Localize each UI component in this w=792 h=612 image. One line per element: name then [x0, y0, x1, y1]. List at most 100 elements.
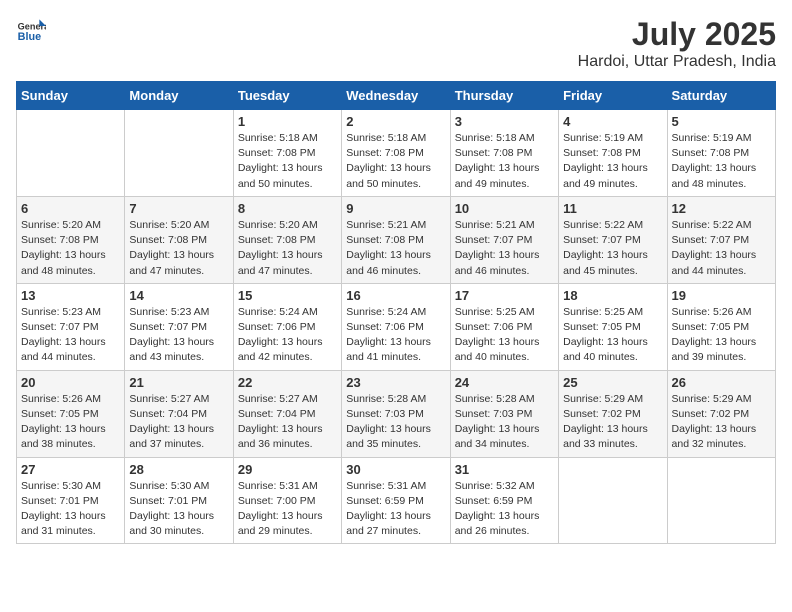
logo: General Blue — [16, 16, 46, 46]
calendar-cell: 23 Sunrise: 5:28 AM Sunset: 7:03 PM Dayli… — [342, 370, 450, 457]
day-number: 14 — [129, 288, 228, 303]
calendar-week-row: 6 Sunrise: 5:20 AM Sunset: 7:08 PM Daylig… — [17, 196, 776, 283]
calendar-week-row: 27Sunrise: 5:30 AM Sunset: 7:01 PM Dayli… — [17, 457, 776, 544]
day-info: Sunrise: 5:24 AM Sunset: 7:06 PM Dayligh… — [346, 305, 445, 366]
header-day-sunday: Sunday — [17, 82, 125, 110]
day-number: 26 — [672, 375, 771, 390]
day-number: 9 — [346, 201, 445, 216]
day-info: Sunrise: 5:20 AM Sunset: 7:08 PM Dayligh… — [238, 218, 337, 279]
calendar-cell: 13 Sunrise: 5:23 AM Sunset: 7:07 PM Dayli… — [17, 283, 125, 370]
calendar-cell: 9 Sunrise: 5:21 AM Sunset: 7:08 PM Daylig… — [342, 196, 450, 283]
calendar-cell: 15 Sunrise: 5:24 AM Sunset: 7:06 PM Dayli… — [233, 283, 341, 370]
day-info: Sunrise: 5:26 AM Sunset: 7:05 PM Dayligh… — [672, 305, 771, 366]
day-number: 16 — [346, 288, 445, 303]
day-number: 3 — [455, 114, 554, 129]
title-block: July 2025 Hardoi, Uttar Pradesh, India — [578, 16, 776, 71]
day-info: Sunrise: 5:22 AM Sunset: 7:07 PM Dayligh… — [672, 218, 771, 279]
day-info: Sunrise: 5:23 AM Sunset: 7:07 PM Dayligh… — [129, 305, 228, 366]
day-info: Sunrise: 5:28 AM Sunset: 7:03 PM Dayligh… — [455, 392, 554, 453]
header-day-friday: Friday — [559, 82, 667, 110]
calendar-cell: 1 Sunrise: 5:18 AM Sunset: 7:08 PM Daylig… — [233, 110, 341, 197]
header-day-saturday: Saturday — [667, 82, 775, 110]
day-info: Sunrise: 5:27 AM Sunset: 7:04 PM Dayligh… — [129, 392, 228, 453]
day-info: Sunrise: 5:28 AM Sunset: 7:03 PM Dayligh… — [346, 392, 445, 453]
day-info: Sunrise: 5:26 AM Sunset: 7:05 PM Dayligh… — [21, 392, 120, 453]
calendar-cell: 19 Sunrise: 5:26 AM Sunset: 7:05 PM Dayli… — [667, 283, 775, 370]
day-number: 30 — [346, 462, 445, 477]
logo-icon: General Blue — [16, 16, 46, 46]
day-info: Sunrise: 5:18 AM Sunset: 7:08 PM Dayligh… — [455, 131, 554, 192]
day-number: 13 — [21, 288, 120, 303]
day-number: 6 — [21, 201, 120, 216]
day-info: Sunrise: 5:19 AM Sunset: 7:08 PM Dayligh… — [563, 131, 662, 192]
day-info: Sunrise: 5:31 AM Sunset: 7:00 PM Dayligh… — [238, 479, 337, 540]
day-info: Sunrise: 5:21 AM Sunset: 7:07 PM Dayligh… — [455, 218, 554, 279]
calendar-cell: 7 Sunrise: 5:20 AM Sunset: 7:08 PM Daylig… — [125, 196, 233, 283]
day-number: 21 — [129, 375, 228, 390]
day-number: 10 — [455, 201, 554, 216]
day-info: Sunrise: 5:29 AM Sunset: 7:02 PM Dayligh… — [672, 392, 771, 453]
day-number: 1 — [238, 114, 337, 129]
day-info: Sunrise: 5:29 AM Sunset: 7:02 PM Dayligh… — [563, 392, 662, 453]
day-number: 22 — [238, 375, 337, 390]
day-info: Sunrise: 5:19 AM Sunset: 7:08 PM Dayligh… — [672, 131, 771, 192]
calendar-week-row: 1 Sunrise: 5:18 AM Sunset: 7:08 PM Daylig… — [17, 110, 776, 197]
day-number: 24 — [455, 375, 554, 390]
day-number: 5 — [672, 114, 771, 129]
calendar-cell: 18Sunrise: 5:25 AM Sunset: 7:05 PM Dayli… — [559, 283, 667, 370]
day-info: Sunrise: 5:18 AM Sunset: 7:08 PM Dayligh… — [238, 131, 337, 192]
day-number: 18 — [563, 288, 662, 303]
calendar-cell: 25 Sunrise: 5:29 AM Sunset: 7:02 PM Dayli… — [559, 370, 667, 457]
calendar-cell: 29 Sunrise: 5:31 AM Sunset: 7:00 PM Dayli… — [233, 457, 341, 544]
header-day-wednesday: Wednesday — [342, 82, 450, 110]
calendar-cell: 11 Sunrise: 5:22 AM Sunset: 7:07 PM Dayli… — [559, 196, 667, 283]
calendar-cell: 4Sunrise: 5:19 AM Sunset: 7:08 PM Daylig… — [559, 110, 667, 197]
svg-text:Blue: Blue — [18, 31, 41, 43]
page-header: General Blue July 2025 Hardoi, Uttar Pra… — [16, 16, 776, 71]
calendar-cell — [17, 110, 125, 197]
calendar-cell: 22 Sunrise: 5:27 AM Sunset: 7:04 PM Dayli… — [233, 370, 341, 457]
calendar-cell: 21 Sunrise: 5:27 AM Sunset: 7:04 PM Dayli… — [125, 370, 233, 457]
day-number: 8 — [238, 201, 337, 216]
day-info: Sunrise: 5:32 AM Sunset: 6:59 PM Dayligh… — [455, 479, 554, 540]
calendar-cell: 5 Sunrise: 5:19 AM Sunset: 7:08 PM Daylig… — [667, 110, 775, 197]
day-number: 17 — [455, 288, 554, 303]
calendar-week-row: 13 Sunrise: 5:23 AM Sunset: 7:07 PM Dayli… — [17, 283, 776, 370]
header-day-thursday: Thursday — [450, 82, 558, 110]
day-number: 7 — [129, 201, 228, 216]
day-number: 20 — [21, 375, 120, 390]
day-info: Sunrise: 5:23 AM Sunset: 7:07 PM Dayligh… — [21, 305, 120, 366]
calendar-cell: 30 Sunrise: 5:31 AM Sunset: 6:59 PM Dayli… — [342, 457, 450, 544]
day-number: 15 — [238, 288, 337, 303]
day-info: Sunrise: 5:30 AM Sunset: 7:01 PM Dayligh… — [129, 479, 228, 540]
page-title: July 2025 — [578, 16, 776, 53]
day-number: 19 — [672, 288, 771, 303]
day-number: 2 — [346, 114, 445, 129]
day-number: 28 — [129, 462, 228, 477]
calendar-cell: 10 Sunrise: 5:21 AM Sunset: 7:07 PM Dayli… — [450, 196, 558, 283]
day-info: Sunrise: 5:22 AM Sunset: 7:07 PM Dayligh… — [563, 218, 662, 279]
page-subtitle: Hardoi, Uttar Pradesh, India — [578, 53, 776, 71]
day-number: 23 — [346, 375, 445, 390]
day-number: 11 — [563, 201, 662, 216]
day-info: Sunrise: 5:25 AM Sunset: 7:06 PM Dayligh… — [455, 305, 554, 366]
calendar-cell: 26 Sunrise: 5:29 AM Sunset: 7:02 PM Dayli… — [667, 370, 775, 457]
calendar-header-row: SundayMondayTuesdayWednesdayThursdayFrid… — [17, 82, 776, 110]
calendar-cell: 14 Sunrise: 5:23 AM Sunset: 7:07 PM Dayli… — [125, 283, 233, 370]
calendar-cell — [667, 457, 775, 544]
calendar-cell: 31Sunrise: 5:32 AM Sunset: 6:59 PM Dayli… — [450, 457, 558, 544]
day-info: Sunrise: 5:27 AM Sunset: 7:04 PM Dayligh… — [238, 392, 337, 453]
day-number: 25 — [563, 375, 662, 390]
day-info: Sunrise: 5:31 AM Sunset: 6:59 PM Dayligh… — [346, 479, 445, 540]
day-info: Sunrise: 5:24 AM Sunset: 7:06 PM Dayligh… — [238, 305, 337, 366]
calendar-cell: 17 Sunrise: 5:25 AM Sunset: 7:06 PM Dayli… — [450, 283, 558, 370]
day-number: 29 — [238, 462, 337, 477]
calendar-cell — [559, 457, 667, 544]
day-info: Sunrise: 5:21 AM Sunset: 7:08 PM Dayligh… — [346, 218, 445, 279]
calendar-cell — [125, 110, 233, 197]
calendar-table: SundayMondayTuesdayWednesdayThursdayFrid… — [16, 81, 776, 544]
day-info: Sunrise: 5:20 AM Sunset: 7:08 PM Dayligh… — [129, 218, 228, 279]
calendar-cell: 24 Sunrise: 5:28 AM Sunset: 7:03 PM Dayli… — [450, 370, 558, 457]
calendar-cell: 3 Sunrise: 5:18 AM Sunset: 7:08 PM Daylig… — [450, 110, 558, 197]
calendar-cell: 27Sunrise: 5:30 AM Sunset: 7:01 PM Dayli… — [17, 457, 125, 544]
